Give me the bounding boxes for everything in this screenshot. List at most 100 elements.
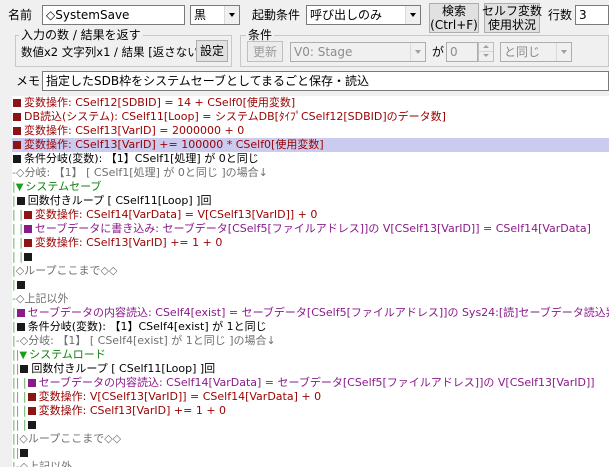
search-button-label: 検索 <box>441 4 466 18</box>
command-marker-icon <box>16 196 25 205</box>
self-var-button-label-2: 使用状況 <box>487 18 536 32</box>
command-marker-icon <box>13 140 21 149</box>
self-var-button-label: セルフ変数 <box>482 4 543 18</box>
trigger-select-value: 呼び出しのみ <box>310 8 383 22</box>
command-text: 変数操作: CSelf13[VarID] += 1 + 0 <box>34 236 223 249</box>
condition-compare-value: と同じ <box>504 45 541 59</box>
command-marker-icon <box>13 126 21 135</box>
command-row[interactable]: 変数操作: CSelf13[VarID] = 2000000 + 0 <box>12 124 609 138</box>
memo-label: メモ <box>16 74 41 88</box>
command-row[interactable]: |◇ループここまで◇◇ <box>12 264 609 278</box>
condition-target-select[interactable]: V0: Stage <box>290 42 426 62</box>
indent-guide: || | <box>12 390 27 403</box>
condition-value-field[interactable]: 0 <box>446 42 478 62</box>
row-count-label: 行数 <box>548 8 573 22</box>
command-marker-icon <box>23 224 32 233</box>
command-text: システムセーブ <box>25 180 102 193</box>
color-select[interactable]: 黒 <box>190 5 240 25</box>
self-var-usage-button[interactable]: セルフ変数 使用状況 <box>482 3 543 33</box>
chevron-down-icon <box>556 43 571 61</box>
command-row[interactable]: -◇上記以外 <box>12 292 609 306</box>
memo-field[interactable]: 指定したSDB枠をシステムセーブとしてまるごと保存・読込 <box>42 71 609 91</box>
command-text: ◇上記以外 <box>19 460 73 467</box>
condition-group-title: 条件 <box>246 28 275 42</box>
command-text: ◇ループここまで◇◇ <box>15 264 118 277</box>
command-marker-icon <box>23 238 32 247</box>
command-row[interactable]: | 回数付きループ [ CSelf11[Loop] ]回 <box>12 194 609 208</box>
command-row[interactable]: |▼ システムセーブ <box>12 180 609 194</box>
command-row[interactable]: || | 変数操作: V[CSelf13[VarID]] = CSelf14[Va… <box>12 390 609 404</box>
command-row[interactable]: || | 変数操作: CSelf13[VarID] += 1 + 0 <box>12 404 609 418</box>
command-row[interactable]: -◇分岐: 【1】 [ CSelf1[処理] が 0と同じ ]の場合↓ <box>12 166 609 180</box>
name-label: 名前 <box>8 8 33 22</box>
command-marker-icon <box>20 448 29 457</box>
command-marker-icon <box>16 280 25 289</box>
command-row[interactable]: | | セーブデータに書き込み: セーブデータ[CSelf5[ファイルアドレス]]… <box>12 222 609 236</box>
command-marker-icon <box>20 364 29 373</box>
indent-guide: | | <box>12 250 23 263</box>
command-row[interactable]: | | 変数操作: CSelf14[VarData] = V[CSelf13[Va… <box>12 208 609 222</box>
label-triangle-icon: ▼ <box>15 182 24 193</box>
command-marker-icon <box>23 252 32 261</box>
indent-guide: | <box>12 278 16 291</box>
io-group-title: 入力の数 / 結果を返す <box>19 28 143 42</box>
command-row[interactable]: 変数操作: CSelf12[SDBID] = 14 + CSelf0[使用変数] <box>12 96 609 110</box>
command-row[interactable]: 条件分岐(変数): 【1】CSelf1[処理] が 0と同じ <box>12 152 609 166</box>
indent-guide: | <box>12 306 16 319</box>
command-marker-icon <box>27 420 36 429</box>
command-row[interactable]: || | <box>12 418 609 432</box>
command-row[interactable]: DB読込(システム): CSelf11[Loop] = システムDB[ﾀｲﾌﾟC… <box>12 110 609 124</box>
command-row[interactable]: || | セーブデータの内容読込: CSelf14[VarData] = セーブデ… <box>12 376 609 390</box>
trigger-label: 起動条件 <box>252 8 301 22</box>
command-row[interactable]: | セーブデータの内容読込: CSelf4[exist] = セーブデータ[CSe… <box>12 306 609 320</box>
command-marker-icon <box>16 322 25 331</box>
condition-value-stepper[interactable] <box>478 42 494 62</box>
label-triangle-icon: ▼ <box>19 350 28 361</box>
event-command-list[interactable]: 変数操作: CSelf12[SDBID] = 14 + CSelf0[使用変数]… <box>12 96 609 467</box>
io-settings-button[interactable]: 設定 <box>196 40 228 62</box>
indent-guide: || | <box>12 404 27 417</box>
command-row[interactable]: | 条件分岐(変数): 【1】CSelf4[exist] が 1と同じ <box>12 320 609 334</box>
row-count-field[interactable]: 3 <box>575 5 609 25</box>
color-select-value: 黒 <box>194 8 207 22</box>
indent-guide: || <box>12 362 20 375</box>
condition-compare-select[interactable]: と同じ <box>500 42 572 62</box>
command-row[interactable]: | | 変数操作: CSelf13[VarID] += 1 + 0 <box>12 236 609 250</box>
command-text: 変数操作: CSelf13[VarID] += 100000 * CSelf0[… <box>24 138 324 151</box>
command-row[interactable]: |-◇上記以外 <box>12 460 609 467</box>
indent-guide: | <box>12 194 16 207</box>
command-row[interactable]: || <box>12 446 609 460</box>
command-row[interactable]: ||▼ システムロード <box>12 348 609 362</box>
command-marker-icon <box>27 392 36 401</box>
io-summary: 数値x2 文字列x1 / 結果 [返さない] <box>21 45 204 59</box>
command-row[interactable]: || 回数付きループ [ CSelf11[Loop] ]回 <box>12 362 609 376</box>
search-button[interactable]: 検索 (Ctrl+F) <box>429 3 479 33</box>
command-row[interactable]: |-◇分岐: 【1】 [ CSelf4[exist] が 1と同じ ]の場合↓ <box>12 334 609 348</box>
trigger-select[interactable]: 呼び出しのみ <box>306 5 421 25</box>
command-row[interactable]: | <box>12 278 609 292</box>
command-text: ◇上記以外 <box>15 292 69 305</box>
command-row[interactable]: 変数操作: CSelf13[VarID] += 100000 * CSelf0[… <box>12 138 609 152</box>
update-button[interactable]: 更新 <box>247 41 283 62</box>
name-field[interactable]: ◇SystemSave <box>42 5 185 25</box>
command-text: 変数操作: CSelf12[SDBID] = 14 + CSelf0[使用変数] <box>24 96 296 109</box>
indent-guide: | <box>12 320 16 333</box>
command-text: 変数操作: CSelf14[VarData] = V[CSelf13[VarID… <box>34 208 318 221</box>
command-marker-icon <box>13 112 21 121</box>
command-text: 回数付きループ [ CSelf11[Loop] ]回 <box>31 362 216 375</box>
command-row[interactable]: | | <box>12 250 609 264</box>
command-text: ◇分岐: 【1】 [ CSelf4[exist] が 1と同じ ]の場合↓ <box>19 334 276 347</box>
command-row[interactable]: ||◇ループここまで◇◇ <box>12 432 609 446</box>
command-text: DB読込(システム): CSelf11[Loop] = システムDB[ﾀｲﾌﾟC… <box>24 110 446 123</box>
command-text: システムロード <box>29 348 106 361</box>
command-text: 条件分岐(変数): 【1】CSelf4[exist] が 1と同じ <box>27 320 267 333</box>
chevron-down-icon <box>405 6 420 24</box>
command-marker-icon <box>16 308 25 317</box>
indent-guide: | | <box>12 236 23 249</box>
command-marker-icon <box>27 378 36 387</box>
event-header: 名前 ◇SystemSave 黒 起動条件 呼び出しのみ 検索 (Ctrl+F)… <box>0 0 609 96</box>
command-text: 変数操作: CSelf13[VarID] += 1 + 0 <box>38 404 227 417</box>
command-text: ◇分岐: 【1】 [ CSelf1[処理] が 0と同じ ]の場合↓ <box>15 166 268 179</box>
indent-guide: | | <box>12 208 23 221</box>
indent-guide: || | <box>12 418 27 431</box>
